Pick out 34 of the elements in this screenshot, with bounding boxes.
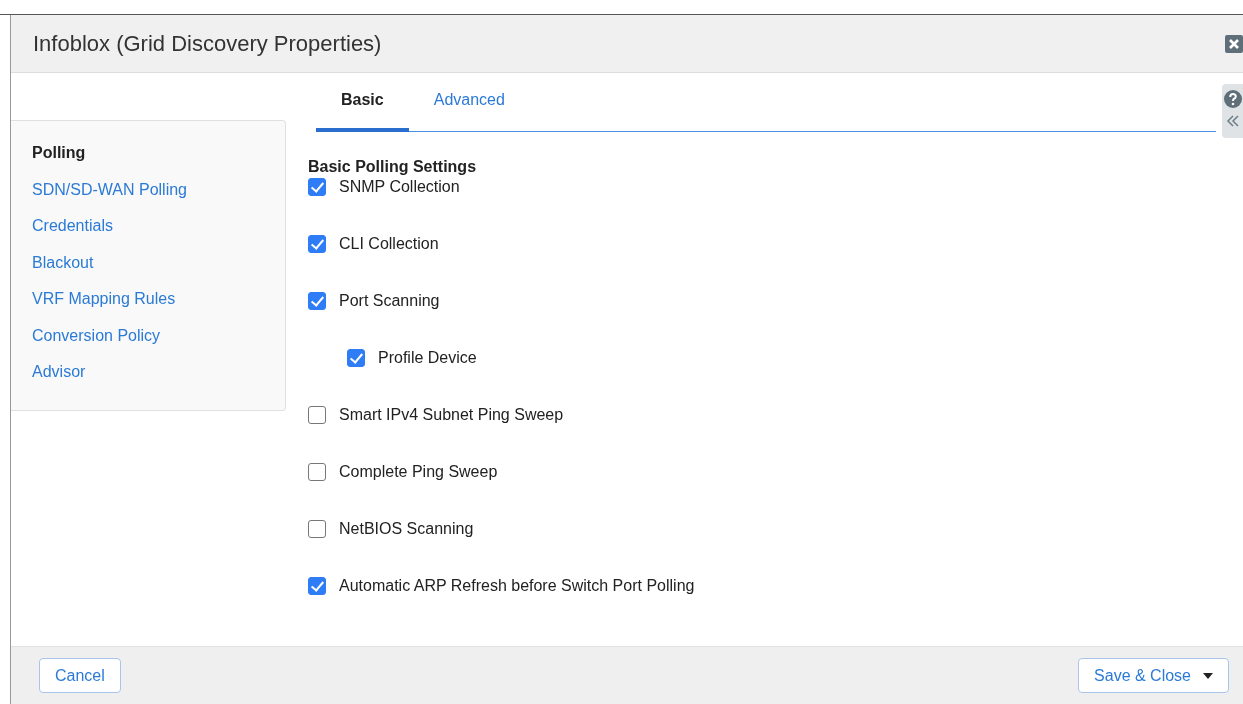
sidebar-item[interactable]: Advisor: [32, 361, 285, 398]
tab[interactable]: Advanced: [408, 91, 530, 132]
help-panel-tab[interactable]: [1222, 84, 1243, 138]
close-icon[interactable]: [1225, 34, 1243, 53]
cancel-button[interactable]: Cancel: [39, 658, 121, 693]
window-title: Infoblox (Grid Discovery Properties): [33, 30, 382, 57]
sidebar-item[interactable]: Blackout: [32, 251, 285, 288]
caret-icon: [1203, 672, 1213, 679]
checkbox-label: Profile Device: [378, 348, 477, 367]
checkbox-label: SNMP Collection: [339, 177, 460, 196]
checkbox-label: Automatic ARP Refresh before Switch Port Polling: [339, 576, 695, 595]
sidebar-item[interactable]: SDN/SD-WAN Polling: [32, 178, 285, 215]
section-title: Basic Polling Settings: [308, 158, 478, 176]
checkbox-label: NetBIOS Scanning: [339, 519, 474, 538]
checkbox-label: CLI Collection: [339, 234, 439, 253]
sidebar-item[interactable]: VRF Mapping Rules: [32, 288, 285, 325]
checkbox-label: Complete Ping Sweep: [339, 462, 498, 481]
save-close-button[interactable]: Save & Close: [1078, 658, 1229, 693]
sidebar-item[interactable]: Polling: [32, 142, 285, 179]
checkbox[interactable]: [347, 348, 365, 367]
checkbox[interactable]: [308, 177, 326, 196]
collapse-icon[interactable]: [1225, 114, 1240, 128]
help-icon[interactable]: [1223, 90, 1242, 108]
checkbox[interactable]: [308, 576, 326, 595]
tab[interactable]: Basic: [316, 91, 409, 132]
checkbox[interactable]: [308, 405, 326, 424]
checkbox[interactable]: [308, 519, 326, 538]
sidebar-item[interactable]: Credentials: [32, 215, 285, 252]
sidebar-item[interactable]: Conversion Policy: [32, 324, 285, 361]
checkbox[interactable]: [308, 234, 326, 253]
checkbox-label: Smart IPv4 Subnet Ping Sweep: [339, 405, 564, 424]
checkbox[interactable]: [308, 462, 326, 481]
checkbox-label: Port Scanning: [339, 291, 440, 310]
checkbox[interactable]: [308, 291, 326, 310]
